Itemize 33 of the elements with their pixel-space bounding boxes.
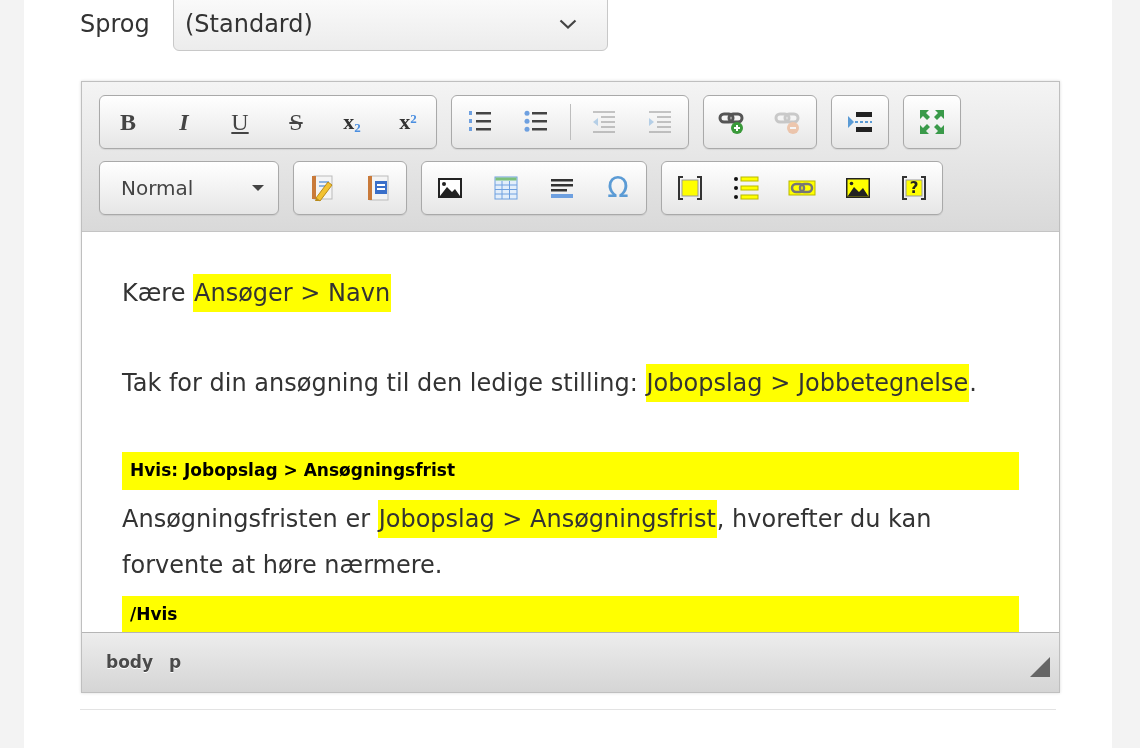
outdent-icon [590,108,618,136]
indent-icon [646,108,674,136]
list-bars-icon [732,174,760,202]
condition-marker: Hvis: Jobopslag > Ansøgningsfrist [122,452,1019,490]
resize-grip-icon[interactable] [1030,657,1050,677]
strike-button[interactable]: S [268,96,324,148]
bold-button[interactable]: B [100,96,156,148]
language-select[interactable]: (Standard) [173,0,608,51]
superscript-button[interactable]: x$^{2}$ [380,96,436,148]
table-icon [492,174,520,202]
condition-marker: /Hvis [122,596,1019,632]
field-condition-button[interactable]: ? [886,162,942,214]
chevron-down-icon [559,19,577,29]
merge-field[interactable]: Jobopslag > Jobbetegnelse [645,364,970,402]
merge-field[interactable]: Ansøger > Navn [193,274,392,312]
paragraph: Kære Ansøger > Navn [122,270,1019,316]
editor-body[interactable] [82,231,1059,632]
italic-button[interactable]: I [156,96,212,148]
path-link[interactable]: body [106,649,154,676]
caret-down-icon [252,185,264,191]
format-dropdown[interactable]: Normal [99,161,279,215]
underline-button[interactable]: U [212,96,268,148]
expand-arrows-icon [918,108,946,136]
subscript-button[interactable]: x$_{2}$ [324,96,380,148]
merge-field[interactable]: Jobopslag > Ansøgningsfrist [377,500,717,538]
language-label: Sprog [80,9,151,40]
bracket-box-icon [676,174,704,202]
paragraph: Tak for din ansøgning til den ledige stilling: Jobopslag > Jobbetegnelse. [122,360,1019,406]
paragraph: Ansøgningsfristen er Jobopslag > Ansøgningsfrist, hvorefter du kan forvente at høre nærmere. [122,496,1019,588]
maximize-button[interactable] [903,95,961,149]
block-insert-button[interactable] [831,95,889,149]
path-link[interactable]: p [169,649,182,676]
bracket-box-icon [900,174,928,202]
